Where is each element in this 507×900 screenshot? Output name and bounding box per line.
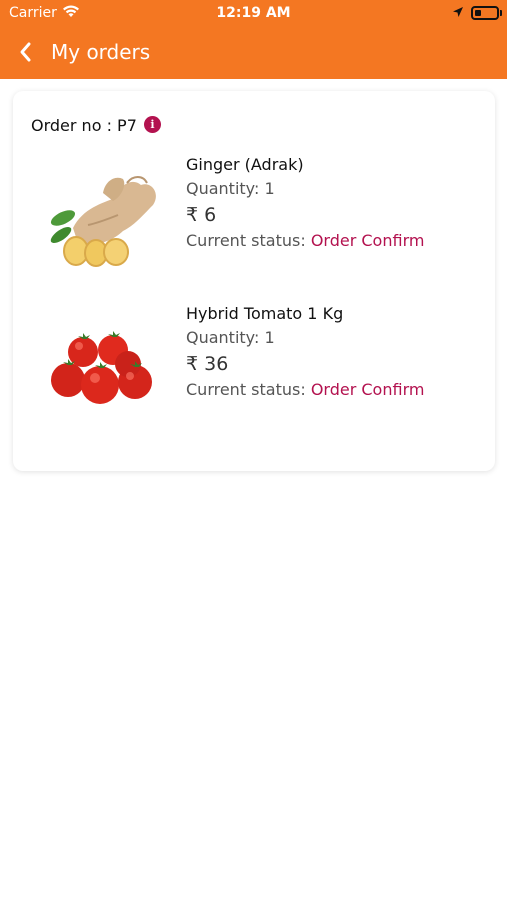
item-price: ₹ 36 [186,353,229,375]
ginger-image [50,176,156,267]
back-chevron-icon[interactable] [14,38,40,66]
tomato-image [51,331,152,404]
item-quantity: Quantity: 1 [186,328,275,347]
order-item[interactable]: Ginger (Adrak) Quantity: 1 ₹ 6 Current s… [13,153,495,293]
item-info: Ginger (Adrak) Quantity: 1 ₹ 6 Current s… [186,153,424,253]
status-label: Current status: [186,380,306,399]
clock: 12:19 AM [216,5,291,21]
order-item[interactable]: Hybrid Tomato 1 Kg Quantity: 1 ₹ 36 Curr… [13,302,495,442]
item-status: Current status: Order Confirm [186,378,424,402]
item-status: Current status: Order Confirm [186,229,424,253]
item-price: ₹ 6 [186,204,217,226]
status-bar: Carrier 12:19 AM [0,0,507,28]
app-header: Carrier 12:19 AM My orders [0,0,507,79]
item-info: Hybrid Tomato 1 Kg Quantity: 1 ₹ 36 Curr… [186,302,424,402]
item-name: Hybrid Tomato 1 Kg [186,304,344,323]
info-icon[interactable]: i [144,116,161,133]
location-arrow-icon [453,7,463,17]
order-number: Order no : P7 [31,116,137,135]
battery-tip [500,10,502,16]
page-title: My orders [51,40,151,64]
item-quantity: Quantity: 1 [186,179,275,198]
battery-icon [471,6,499,20]
order-card: Order no : P7 i Ginger (Adrak) Quantity:… [13,91,495,471]
status-value: Order Confirm [310,380,425,399]
status-value: Order Confirm [310,231,425,250]
status-label: Current status: [186,231,306,250]
item-name: Ginger (Adrak) [186,155,304,174]
